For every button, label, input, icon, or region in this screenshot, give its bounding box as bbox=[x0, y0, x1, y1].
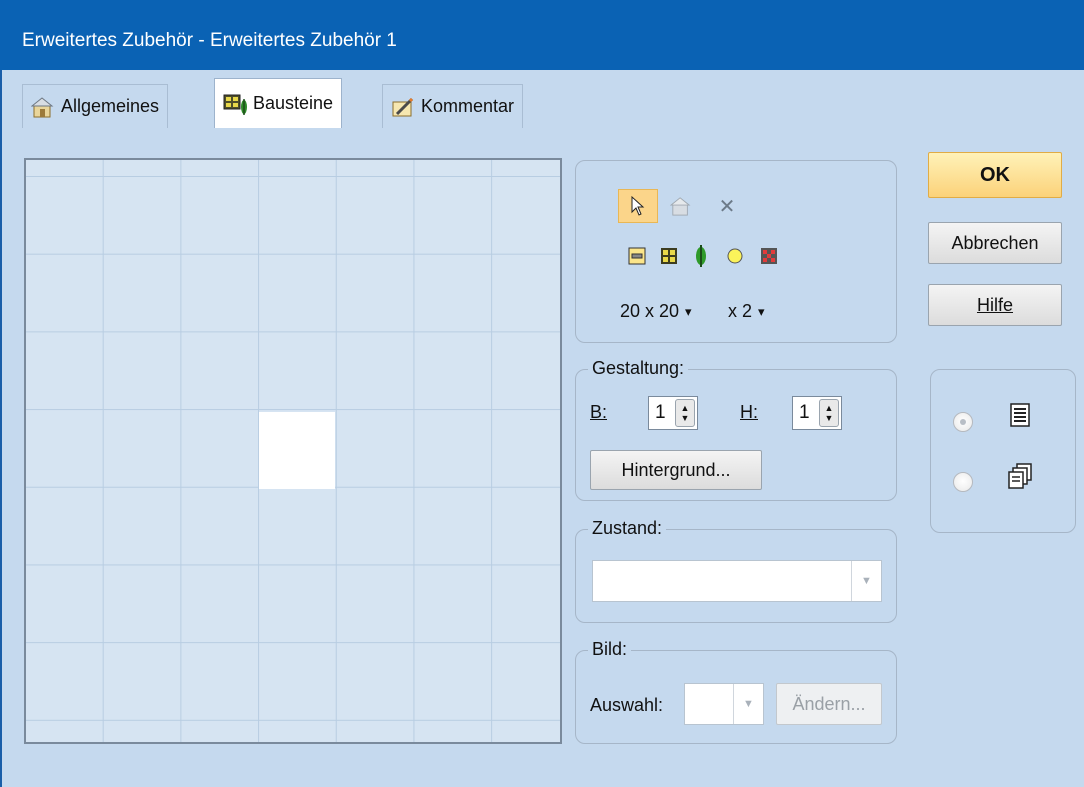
view-mode-group bbox=[930, 369, 1076, 533]
width-value: 1 bbox=[655, 402, 666, 423]
tools-panel: ✕ 20 x 20 ▾ x 2 ▾ bbox=[575, 160, 897, 343]
height-spinner[interactable]: 1 ▲ ▼ bbox=[792, 396, 842, 430]
gestaltung-legend: Gestaltung: bbox=[588, 358, 689, 379]
delete-x-icon[interactable]: ✕ bbox=[714, 193, 740, 219]
selected-cell[interactable] bbox=[259, 412, 335, 489]
view-multi-radio[interactable] bbox=[953, 472, 973, 492]
grid-size-dropdown[interactable]: 20 x 20 ▾ bbox=[620, 301, 692, 322]
dialog-body: Allgemeines Bausteine Kommentar ✕ 20 x 2… bbox=[0, 70, 1084, 787]
gestaltung-group: Gestaltung: B: 1 ▲ ▼ H: 1 ▲ ▼ Hintergrund.… bbox=[575, 358, 897, 501]
comment-icon bbox=[391, 96, 415, 118]
background-button[interactable]: Hintergrund... bbox=[590, 450, 762, 490]
properties-icon[interactable] bbox=[668, 193, 694, 219]
cancel-button[interactable]: Abbrechen bbox=[928, 222, 1062, 264]
single-page-icon bbox=[1009, 402, 1031, 433]
design-grid[interactable] bbox=[24, 158, 562, 744]
chevron-down-icon: ▾ bbox=[758, 303, 765, 319]
chevron-down-icon[interactable]: ▼ bbox=[851, 561, 881, 601]
chevron-down-icon[interactable]: ▼ bbox=[733, 684, 763, 724]
width-spinner[interactable]: 1 ▲ ▼ bbox=[648, 396, 698, 430]
matrix-element-icon[interactable] bbox=[756, 243, 782, 269]
title-bar: Erweitertes Zubehör - Erweitertes Zubehö… bbox=[0, 0, 1084, 70]
zustand-group: Zustand: ▼ bbox=[575, 518, 897, 623]
spinner-arrows-icon[interactable]: ▲ ▼ bbox=[675, 399, 695, 427]
properties-icon bbox=[30, 96, 55, 118]
bild-group: Bild: Auswahl: ▼ Ändern... bbox=[575, 639, 897, 744]
change-image-button[interactable]: Ändern... bbox=[776, 683, 882, 725]
zustand-select[interactable]: ▼ bbox=[592, 560, 882, 602]
bild-legend: Bild: bbox=[588, 639, 632, 660]
signal-element-icon[interactable] bbox=[688, 243, 714, 269]
chevron-down-icon: ▾ bbox=[685, 303, 692, 319]
auswahl-select[interactable]: ▼ bbox=[684, 683, 764, 725]
spinner-arrows-icon[interactable]: ▲ ▼ bbox=[819, 399, 839, 427]
height-value: 1 bbox=[799, 402, 810, 423]
tab-kommentar[interactable]: Kommentar bbox=[382, 84, 524, 128]
tab-label-kommentar: Kommentar bbox=[421, 96, 515, 116]
help-button[interactable]: Hilfe bbox=[928, 284, 1062, 326]
zoom-dropdown[interactable]: x 2 ▾ bbox=[728, 301, 765, 322]
tab-allgemeines[interactable]: Allgemeines bbox=[22, 84, 169, 128]
tab-label-allgemeines: Allgemeines bbox=[61, 96, 160, 116]
ok-button[interactable]: OK bbox=[928, 152, 1062, 198]
height-label: H: bbox=[740, 402, 758, 422]
view-single-radio[interactable] bbox=[953, 412, 973, 432]
multi-page-icon bbox=[1007, 462, 1033, 495]
zustand-legend: Zustand: bbox=[588, 518, 667, 539]
tab-label-bausteine: Bausteine bbox=[253, 93, 334, 113]
window-title: Erweitertes Zubehör - Erweitertes Zubehö… bbox=[22, 30, 397, 51]
circle-led-icon[interactable] bbox=[722, 243, 748, 269]
select-pointer-icon[interactable] bbox=[618, 189, 658, 223]
building-blocks-icon bbox=[223, 93, 247, 115]
auswahl-label: Auswahl: bbox=[590, 695, 664, 715]
rectangle-element-icon[interactable] bbox=[624, 243, 650, 269]
tab-bausteine[interactable]: Bausteine bbox=[214, 78, 343, 128]
width-label: B: bbox=[590, 402, 608, 422]
grid-element-icon[interactable] bbox=[656, 243, 682, 269]
